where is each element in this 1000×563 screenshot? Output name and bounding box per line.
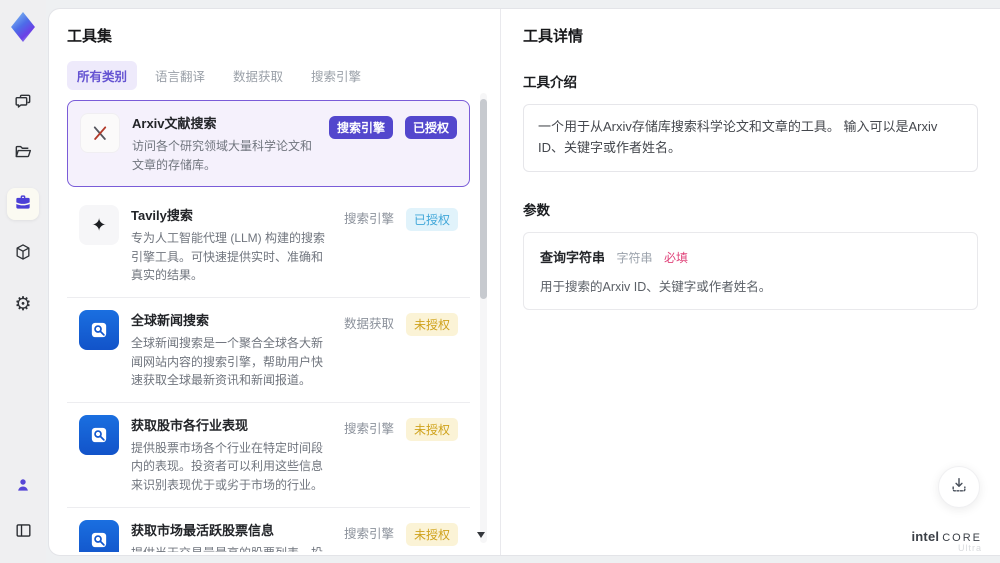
parameter-required-flag: 必填 xyxy=(663,250,688,265)
left-rail: ⚙ xyxy=(0,0,46,563)
tool-description: 提供当天交易量最高的股票列表，投资者可以利用这些信息来识别流动性强的股票和潜在的… xyxy=(131,544,332,552)
download-button[interactable] xyxy=(938,466,980,508)
brand-intel-text: intel xyxy=(911,528,940,544)
main-container: 工具集 所有类别 语言翻译 数据获取 搜索引擎 Arxiv文献搜索 访问各个研究… xyxy=(48,8,1000,556)
toolbox-icon xyxy=(13,192,33,217)
app-logo-icon xyxy=(11,12,35,42)
scrollbar-thumb[interactable] xyxy=(480,99,487,299)
tool-intro-box: 一个用于从Arxiv存储库搜索科学论文和文章的工具。 输入可以是Arxiv ID… xyxy=(523,104,978,172)
tool-description: 专为人工智能代理 (LLM) 构建的搜索引擎工具。可快速提供实时、准确和真实的结… xyxy=(131,231,326,283)
status-badge: 已授权 xyxy=(404,116,457,139)
folder-icon xyxy=(13,142,33,167)
details-panel: 工具详情 工具介绍 一个用于从Arxiv存储库搜索科学论文和文章的工具。 输入可… xyxy=(501,9,1000,555)
category-label: 搜索引擎 xyxy=(343,421,394,436)
tool-card-arxiv[interactable]: Arxiv文献搜索 访问各个研究领域大量科学论文和文章的存储库。 搜索引擎 已授… xyxy=(67,100,470,188)
tool-description: 访问各个研究领域大量科学论文和文章的存储库。 xyxy=(132,139,313,172)
brand-core-text: CORE xyxy=(942,531,982,544)
nav-models[interactable] xyxy=(7,238,39,270)
category-label: 搜索引擎 xyxy=(343,526,394,541)
tool-card-global-news[interactable]: 全球新闻搜索 全球新闻搜索是一个聚合全球各大新闻网站内容的搜索引擎，帮助用户快速… xyxy=(67,297,470,403)
nav-files[interactable] xyxy=(7,138,39,170)
category-tabs: 所有类别 语言翻译 数据获取 搜索引擎 xyxy=(67,61,500,90)
tool-name: Tavily搜索 xyxy=(131,208,193,224)
tool-description: 提供股票市场各个行业在特定时间段内的表现。投资者可以利用这些信息来识别表现优于或… xyxy=(131,440,324,492)
tab-data-fetching[interactable]: 数据获取 xyxy=(223,61,293,90)
user-icon xyxy=(14,476,32,499)
cube-icon xyxy=(13,242,33,267)
download-icon xyxy=(949,475,969,500)
collapse-sidebar[interactable] xyxy=(7,517,39,549)
parameter-name: 查询字符串 xyxy=(540,249,606,265)
panel-toggle-icon xyxy=(14,521,33,545)
tool-name: Arxiv文献搜索 xyxy=(132,116,217,131)
chat-icon xyxy=(13,92,33,117)
rail-bottom xyxy=(7,471,39,549)
news-search-icon xyxy=(79,309,119,350)
tools-panel-title: 工具集 xyxy=(67,28,113,45)
tab-language-translation[interactable]: 语言翻译 xyxy=(145,61,215,90)
user-profile[interactable] xyxy=(7,471,39,503)
stock-search-icon xyxy=(79,519,119,552)
scroll-down-arrow-icon[interactable] xyxy=(477,532,485,538)
nav-chat[interactable] xyxy=(7,88,39,120)
parameter-type: 字符串 xyxy=(616,250,653,265)
parameter-description: 用于搜索的Arxiv ID、关键字或作者姓名。 xyxy=(540,279,772,294)
tool-name: 全球新闻搜索 xyxy=(131,312,210,328)
status-badge: 未授权 xyxy=(405,312,458,336)
tool-card-sector-performance[interactable]: 获取股市各行业表现 提供股票市场各个行业在特定时间段内的表现。投资者可以利用这些… xyxy=(67,402,470,508)
intro-heading: 工具介绍 xyxy=(523,75,577,90)
tool-list: Arxiv文献搜索 访问各个研究领域大量科学论文和文章的存储库。 搜索引擎 已授… xyxy=(67,100,500,552)
category-label: 数据获取 xyxy=(343,316,394,331)
tab-all-categories[interactable]: 所有类别 xyxy=(67,61,138,90)
stock-search-icon xyxy=(79,414,119,455)
tool-name: 获取股市各行业表现 xyxy=(131,417,249,433)
gear-icon: ⚙ xyxy=(14,293,32,315)
brand-sub-text: Ultra xyxy=(957,543,982,554)
tab-search-engine[interactable]: 搜索引擎 xyxy=(301,61,371,90)
nav-settings[interactable]: ⚙ xyxy=(7,288,39,320)
intel-core-logo: intel CORE Ultra xyxy=(911,528,982,554)
arxiv-logo-icon xyxy=(80,113,120,153)
details-panel-title: 工具详情 xyxy=(523,28,584,45)
category-label: 搜索引擎 xyxy=(343,212,394,227)
parameter-header: 查询字符串 字符串 必填 xyxy=(540,247,961,267)
nav-tools[interactable] xyxy=(7,188,39,220)
category-badge: 搜索引擎 xyxy=(328,116,393,139)
tool-name: 获取市场最活跃股票信息 xyxy=(131,522,275,538)
status-badge: 未授权 xyxy=(405,417,458,441)
status-badge: 已授权 xyxy=(405,208,458,232)
tool-card-tavily[interactable]: ✦ Tavily搜索 专为人工智能代理 (LLM) 构建的搜索引擎工具。可快速提… xyxy=(67,193,470,298)
tool-card-most-active-stocks[interactable]: 获取市场最活跃股票信息 提供当天交易量最高的股票列表，投资者可以利用这些信息来识… xyxy=(67,507,470,552)
tavily-star-icon: ✦ xyxy=(79,205,119,246)
status-badge: 未授权 xyxy=(405,522,458,546)
scrollbar-track[interactable] xyxy=(480,93,487,543)
parameter-item: 查询字符串 字符串 必填 用于搜索的Arxiv ID、关键字或作者姓名。 xyxy=(523,231,978,310)
tools-panel: 工具集 所有类别 语言翻译 数据获取 搜索引擎 Arxiv文献搜索 访问各个研究… xyxy=(49,9,501,555)
rail-nav: ⚙ xyxy=(7,88,39,320)
tool-description: 全球新闻搜索是一个聚合全球各大新闻网站内容的搜索引擎，帮助用户快速获取全球最新资… xyxy=(131,335,324,388)
params-heading: 参数 xyxy=(523,202,550,218)
